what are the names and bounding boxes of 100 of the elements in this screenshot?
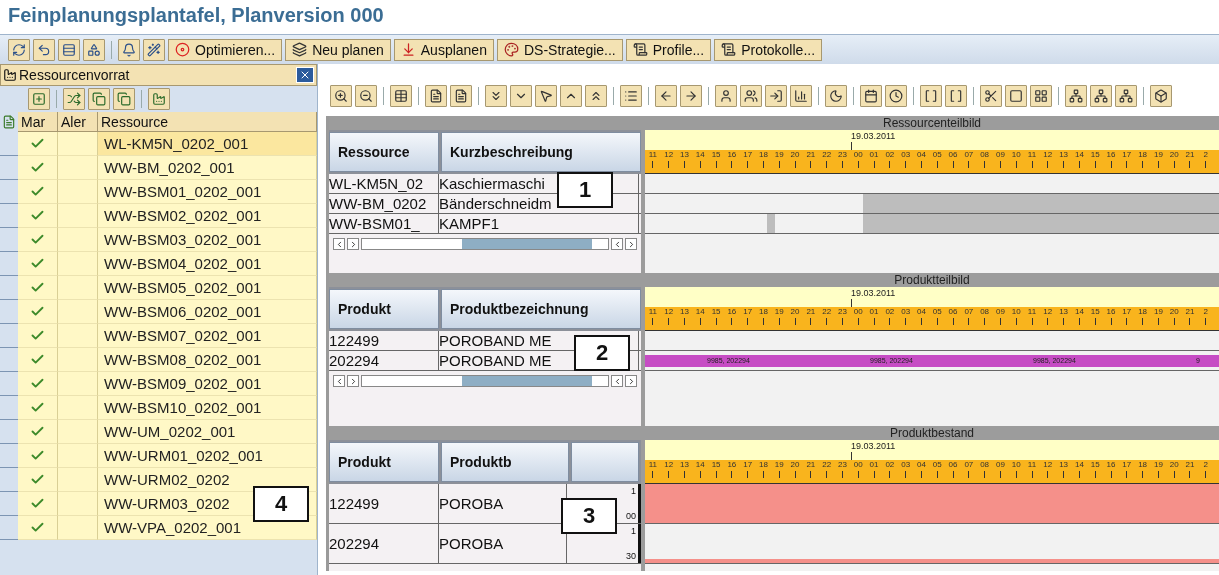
scrollbar-track[interactable] (361, 375, 609, 387)
column-header[interactable]: Kurzbeschreibung (441, 132, 641, 172)
arrow-right-button[interactable] (680, 85, 702, 107)
expand-button[interactable] (28, 88, 50, 110)
bar-chart-button[interactable] (790, 85, 812, 107)
arrow-in-button[interactable] (765, 85, 787, 107)
brackets-button[interactable] (945, 85, 967, 107)
grid-button[interactable] (1030, 85, 1052, 107)
resource-cell[interactable]: WW-UM_0202_001 (98, 420, 317, 444)
chevron-up-button[interactable] (560, 85, 582, 107)
hour-label: 21 (806, 307, 816, 316)
scissors-button[interactable] (980, 85, 1002, 107)
table-button[interactable] (390, 85, 412, 107)
toolbar-button[interactable]: Ausplanen (393, 38, 494, 61)
hour-label: 04 (917, 307, 926, 316)
scrollbar-thumb[interactable] (462, 376, 592, 386)
cube-button[interactable] (1150, 85, 1172, 107)
brackets-button[interactable] (920, 85, 942, 107)
hour-label: 15 (711, 307, 721, 316)
annotation-tooltip: 3 (561, 498, 617, 534)
undo-button[interactable] (33, 38, 55, 61)
shuffle-button[interactable] (63, 88, 85, 110)
column-header[interactable] (571, 442, 639, 482)
copy-button[interactable] (113, 88, 135, 110)
resource-cell[interactable]: WW-BSM07_0202_001 (98, 324, 317, 348)
document-button[interactable] (425, 85, 447, 107)
column-header[interactable]: Mar (18, 112, 58, 132)
resource-cell[interactable]: WW-BSM06_0202_001 (98, 300, 317, 324)
arrow-left-button[interactable] (655, 85, 677, 107)
toolbar-button[interactable]: Protokolle... (714, 38, 823, 61)
hour-label: 00 (853, 307, 863, 316)
calendar-button[interactable] (860, 85, 882, 107)
copy-button[interactable] (88, 88, 110, 110)
scroll-left-button[interactable] (611, 375, 623, 387)
resource-cell[interactable]: WW-BSM01_0202_001 (98, 180, 317, 204)
scroll-right-button[interactable] (625, 238, 637, 250)
zoom-out-button[interactable] (355, 85, 377, 107)
hour-label: 15 (711, 150, 721, 159)
square-button[interactable] (1005, 85, 1027, 107)
scroll-right-button[interactable] (347, 375, 359, 387)
toolbar-button[interactable]: Neu planen (285, 38, 391, 61)
refresh-button[interactable] (8, 38, 30, 61)
person-button[interactable] (715, 85, 737, 107)
close-button[interactable] (296, 67, 314, 83)
scissors-icon (984, 89, 998, 103)
scroll-left-button[interactable] (333, 238, 345, 250)
hour-label: 13 (680, 150, 689, 159)
resource-cell[interactable]: WW-URM02_0202 (98, 468, 317, 492)
double-chevron-up-button[interactable] (585, 85, 607, 107)
resource-cell[interactable]: WW-BSM09_0202_001 (98, 372, 317, 396)
toolbar-button[interactable]: Optimieren... (168, 38, 283, 61)
column-header[interactable]: Produktb (441, 442, 569, 482)
resource-cell[interactable]: WW-BSM10_0202_001 (98, 396, 317, 420)
hour-label: 20 (790, 150, 800, 159)
brackets-icon (924, 89, 938, 103)
shapes-button[interactable] (83, 38, 105, 61)
zoom-in-button[interactable] (330, 85, 352, 107)
double-chevron-down-button[interactable] (485, 85, 507, 107)
annotation-tooltip: 4 (253, 486, 309, 522)
resource-cell[interactable]: WW-BSM04_0202_001 (98, 252, 317, 276)
moon-button[interactable] (825, 85, 847, 107)
resource-cell[interactable]: WW-BSM03_0202_001 (98, 228, 317, 252)
resource-cell[interactable]: WW-BSM08_0202_001 (98, 348, 317, 372)
column-header[interactable]: Aler (58, 112, 98, 132)
scroll-left-button[interactable] (611, 238, 623, 250)
scrollbar-track[interactable] (361, 238, 609, 250)
document-button[interactable] (450, 85, 472, 107)
column-header[interactable]: Produkt (329, 442, 439, 482)
resource-cell[interactable]: WW-BM_0202_001 (98, 156, 317, 180)
column-header[interactable]: Ressource (329, 132, 439, 172)
list-button[interactable] (620, 85, 642, 107)
resource-cell[interactable]: WW-VPA_0202_001 (98, 516, 317, 540)
toolbar-button[interactable]: Profile... (625, 38, 712, 61)
bell-button[interactable] (118, 38, 140, 61)
hour-label: 16 (727, 307, 737, 316)
network-button[interactable] (1090, 85, 1112, 107)
scroll-left-button[interactable] (333, 375, 345, 387)
table-cell: KAMPF1 (439, 214, 639, 233)
network-button[interactable] (1065, 85, 1087, 107)
wand-button[interactable] (143, 38, 165, 61)
resource-cell[interactable]: WW-BSM05_0202_001 (98, 276, 317, 300)
people-button[interactable] (740, 85, 762, 107)
network-button[interactable] (1115, 85, 1137, 107)
column-header[interactable]: Produktbezeichnung (441, 289, 641, 329)
scroll-right-button[interactable] (347, 238, 359, 250)
resource-cell[interactable]: WL-KM5N_0202_001 (98, 132, 317, 156)
resource-cell[interactable]: WW-BSM02_0202_001 (98, 204, 317, 228)
column-header[interactable]: Ressource (98, 112, 317, 132)
list-button[interactable] (58, 38, 80, 61)
hour-label: 14 (1074, 150, 1084, 159)
column-header[interactable]: Produkt (329, 289, 439, 329)
cursor-button[interactable] (535, 85, 557, 107)
hour-label: 05 (932, 150, 942, 159)
clock-button[interactable] (885, 85, 907, 107)
scroll-right-button[interactable] (625, 375, 637, 387)
factory-button[interactable] (148, 88, 170, 110)
chevron-down-button[interactable] (510, 85, 532, 107)
resource-cell[interactable]: WW-URM01_0202_001 (98, 444, 317, 468)
scrollbar-thumb[interactable] (462, 239, 592, 249)
toolbar-button[interactable]: DS-Strategie... (496, 38, 623, 61)
